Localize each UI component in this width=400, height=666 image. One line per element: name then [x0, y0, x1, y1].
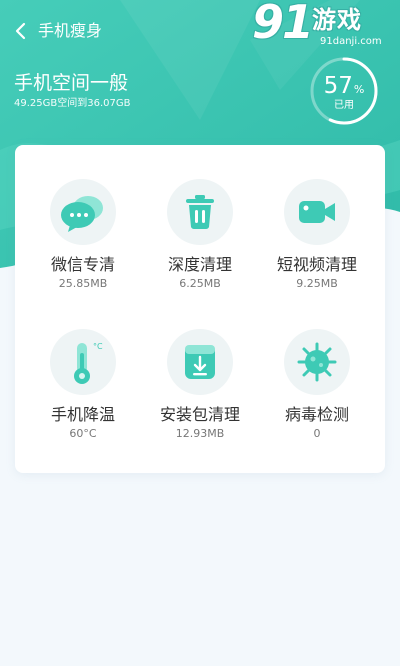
- watermark-domain: 91danji.com: [320, 36, 382, 47]
- tool-install-package-clean[interactable]: 安装包清理 12.93MB: [140, 329, 260, 469]
- usage-gauge: 57% 已用: [309, 56, 379, 126]
- watermark-logo-text: 游戏: [312, 6, 362, 34]
- tool-virus-scan[interactable]: 病毒检测 0: [257, 329, 377, 469]
- usage-percent-unit: %: [353, 83, 365, 96]
- svg-text:°C: °C: [93, 342, 103, 351]
- tool-value: 9.25MB: [296, 277, 338, 290]
- watermark-logo-number: 91: [252, 0, 314, 49]
- tool-icon-bg: [284, 179, 350, 245]
- tool-name: 病毒检测: [284, 405, 349, 424]
- page-title: 手机瘦身: [38, 21, 103, 40]
- video-camera-icon: [299, 201, 335, 223]
- tools-card: 微信专清 25.85MB 深度清理 6.25MB 短视频清理 9.25MB °C…: [15, 145, 385, 473]
- tool-icon-bg: °C: [50, 329, 116, 395]
- tool-phone-cooling[interactable]: °C 手机降温 60°C: [23, 329, 143, 469]
- tool-icon-bg: [167, 329, 233, 395]
- tool-name: 短视频清理: [276, 255, 357, 274]
- tool-name: 安装包清理: [159, 405, 240, 424]
- tool-name: 手机降温: [50, 405, 115, 424]
- install-package-icon: [185, 345, 215, 379]
- tool-value: 6.25MB: [179, 277, 221, 290]
- tool-deep-clean[interactable]: 深度清理 6.25MB: [140, 179, 260, 319]
- usage-percent-value: 57: [323, 73, 353, 99]
- thermometer-icon: °C: [74, 342, 103, 384]
- site-watermark: 91 游戏 91danji.com: [246, 0, 394, 62]
- trash-icon: [186, 195, 214, 229]
- tool-icon-bg: [50, 179, 116, 245]
- chevron-left-icon: [15, 22, 26, 40]
- tool-icon-bg: [167, 179, 233, 245]
- storage-status-title: 手机空间一般: [14, 72, 129, 94]
- tool-icon-bg: [284, 329, 350, 395]
- tool-value: 12.93MB: [175, 427, 225, 440]
- back-button[interactable]: [10, 20, 32, 42]
- tool-value: 0: [313, 427, 321, 440]
- tool-short-video-clean[interactable]: 短视频清理 9.25MB: [257, 179, 377, 319]
- tool-value: 25.85MB: [58, 277, 108, 290]
- storage-detail: 49.25GB空间到36.07GB: [14, 98, 131, 109]
- virus-icon: [297, 342, 337, 382]
- tool-name: 微信专清: [50, 255, 115, 274]
- tool-wechat-clean[interactable]: 微信专清 25.85MB: [23, 179, 143, 319]
- tool-name: 深度清理: [167, 255, 232, 274]
- usage-label: 已用: [334, 100, 354, 111]
- wechat-icon: [61, 196, 103, 232]
- tool-value: 60°C: [69, 427, 97, 440]
